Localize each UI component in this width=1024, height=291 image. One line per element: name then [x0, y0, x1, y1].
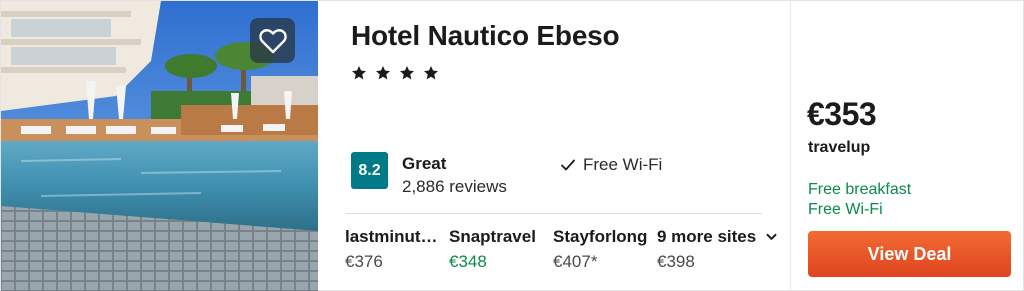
rating-score-badge: 8.2: [351, 152, 388, 189]
favorite-button[interactable]: [250, 18, 295, 63]
price-comparison: lastminut… €376 Snaptravel €348 Stayforl…: [345, 227, 785, 277]
deal-provider: travelup: [808, 139, 871, 156]
site-name: Stayforlong: [553, 227, 648, 246]
site-price: €376: [345, 252, 383, 271]
hotel-photo[interactable]: [1, 1, 318, 291]
site-name: lastminut…: [345, 227, 438, 246]
column-separator: [790, 1, 791, 291]
more-sites-dropdown[interactable]: 9 more sites €398: [657, 227, 782, 272]
amenity-free-wifi: Free Wi-Fi: [561, 155, 662, 175]
more-sites-label: 9 more sites: [657, 227, 757, 246]
heart-icon: [258, 28, 287, 53]
star-icon: [400, 66, 414, 80]
site-price: €407*: [553, 252, 598, 271]
perk-free-wifi: Free Wi-Fi: [808, 201, 883, 218]
star-rating: [351, 65, 439, 81]
more-sites-price: €398: [657, 252, 695, 271]
site-price: €348: [449, 252, 487, 271]
star-icon: [352, 66, 366, 80]
site-name: Snaptravel: [449, 227, 536, 246]
hotel-name[interactable]: Hotel Nautico Ebeso: [351, 20, 620, 52]
deal-price[interactable]: €353: [807, 96, 877, 133]
star-icon: [424, 66, 438, 80]
chevron-down-icon: [766, 233, 777, 240]
divider: [346, 213, 762, 214]
price-option-lastminute[interactable]: lastminut… €376: [345, 227, 441, 272]
view-deal-button[interactable]: View Deal: [808, 231, 1011, 277]
perk-free-breakfast: Free breakfast: [808, 181, 912, 198]
review-count[interactable]: 2,886 reviews: [402, 177, 507, 197]
check-icon: [561, 159, 575, 171]
price-option-snaptravel[interactable]: Snaptravel €348: [449, 227, 549, 272]
rating-label: Great: [402, 154, 447, 173]
price-option-stayforlong[interactable]: Stayforlong €407*: [553, 227, 653, 272]
hotel-result-card: Hotel Nautico Ebeso 8.2 Great 2,886 revi…: [0, 0, 1024, 291]
star-icon: [376, 66, 390, 80]
amenity-label: Free Wi-Fi: [583, 155, 663, 174]
